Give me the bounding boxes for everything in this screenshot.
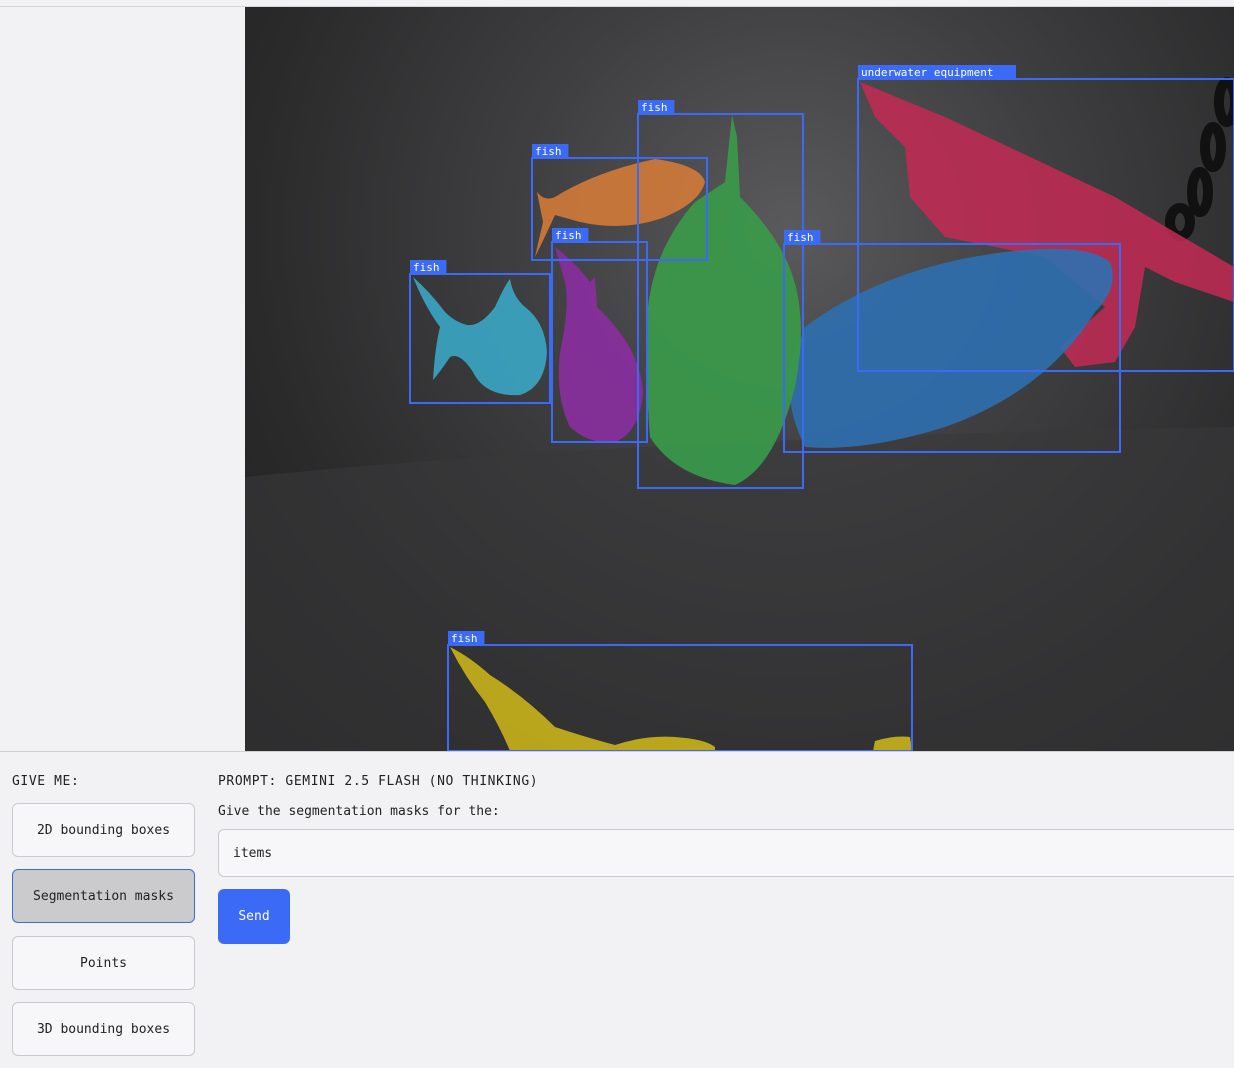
mode-3d-bounding-boxes-button[interactable]: 3D bounding boxes <box>12 1002 195 1056</box>
give-me-label: GIVE ME: <box>12 774 80 789</box>
detection-label: underwater equipment <box>861 66 993 79</box>
left-blank-panel <box>0 7 245 751</box>
mask-fish-cyan <box>413 277 547 396</box>
mode-segmentation-masks-button[interactable]: Segmentation masks <box>12 869 195 923</box>
mode-points-button[interactable]: Points <box>12 936 195 990</box>
panel-divider <box>0 751 1234 752</box>
segmentation-overlay: fish fish underwater equipment fish fish fish… <box>245 65 1234 751</box>
chain-icon <box>1165 77 1234 241</box>
mode-2d-bounding-boxes-button[interactable]: 2D bounding boxes <box>12 803 195 857</box>
mask-fish-purple <box>555 247 643 443</box>
prompt-input[interactable]: items <box>218 829 1234 877</box>
detection-label: fish <box>641 101 668 114</box>
mask-fish-blue <box>789 248 1113 448</box>
prompt-header: PROMPT: GEMINI 2.5 FLASH (NO THINKING) <box>218 774 539 789</box>
send-button[interactable]: Send <box>218 889 290 944</box>
detection-label: fish <box>787 231 814 244</box>
prompt-caption: Give the segmentation masks for the: <box>218 804 500 819</box>
detection-label: fish <box>451 632 478 645</box>
detection-label: fish <box>413 261 440 274</box>
image-viewer[interactable]: fish fish underwater equipment fish fish fish… <box>245 7 1234 751</box>
detection-label: fish <box>555 229 582 242</box>
top-bar <box>0 0 1234 7</box>
detection-label: fish <box>535 145 562 158</box>
